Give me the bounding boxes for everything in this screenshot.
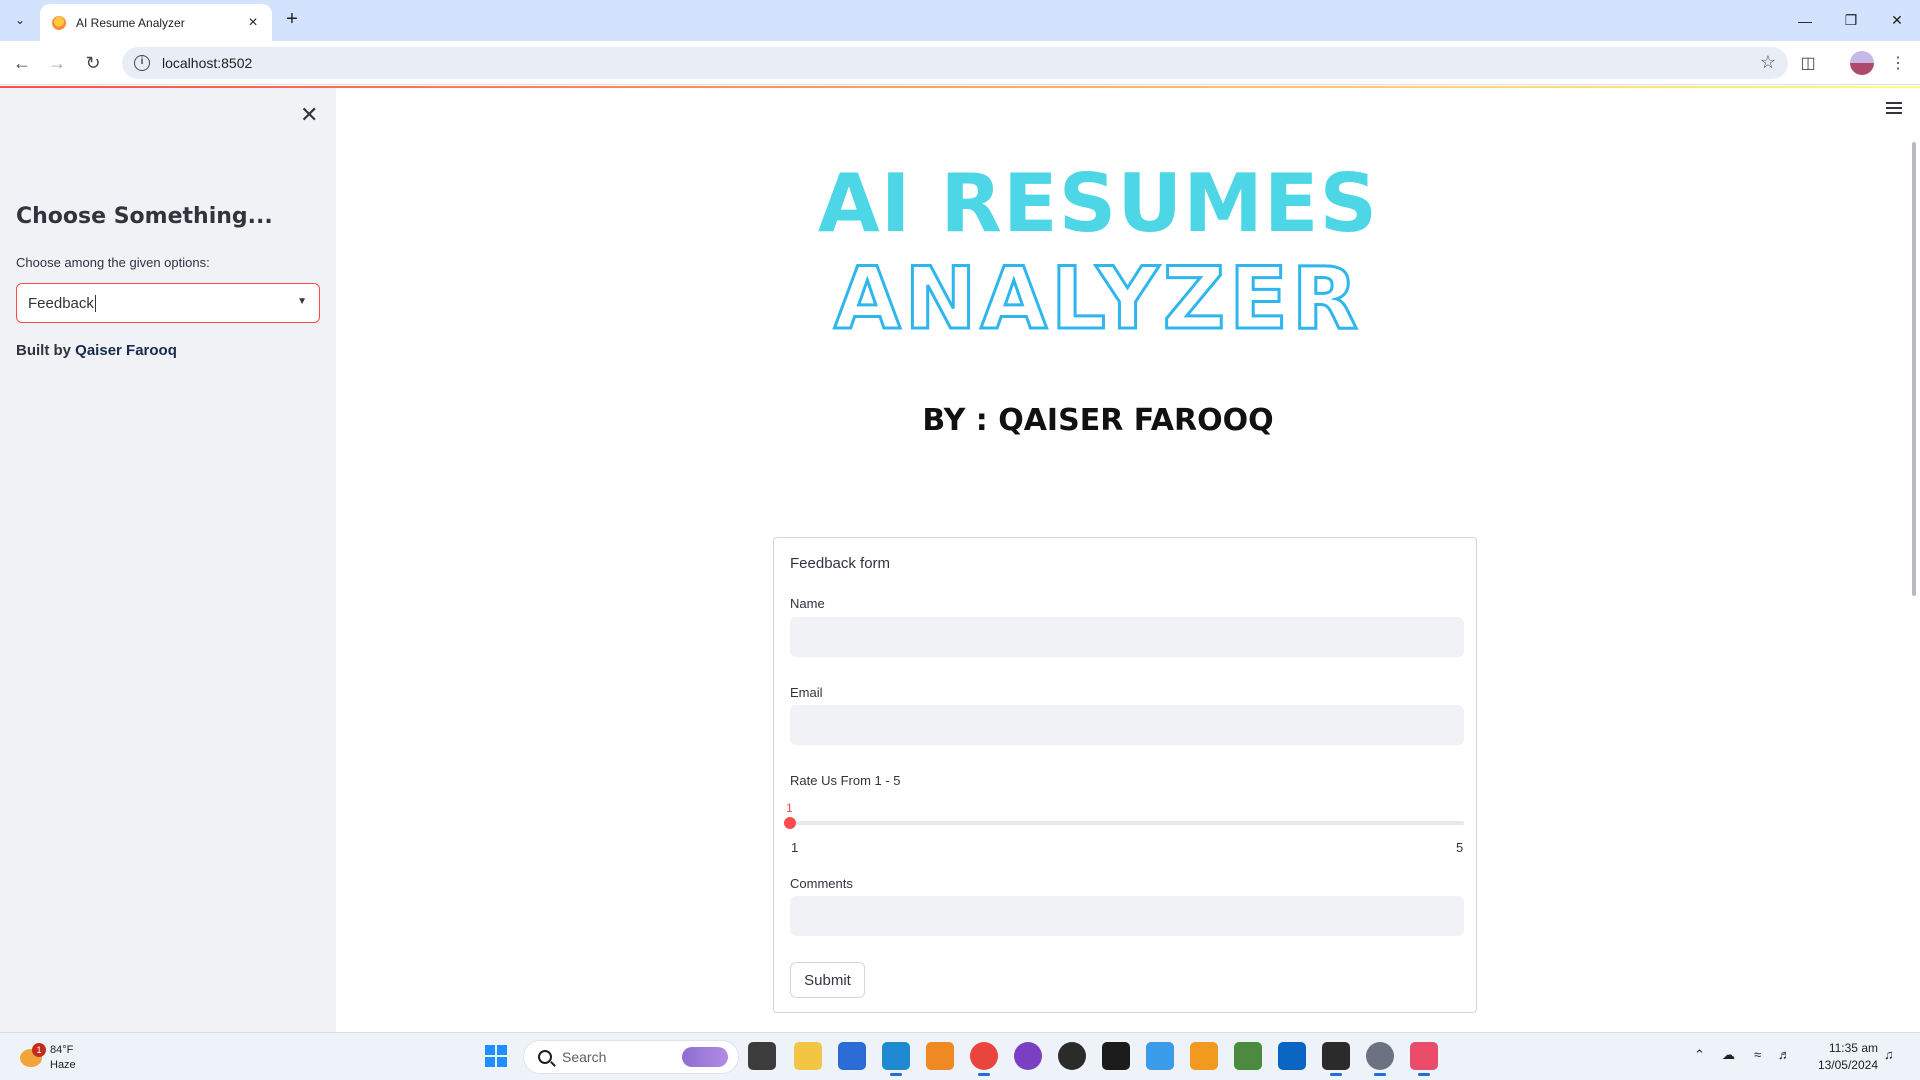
title-line-2: ANALYZER — [832, 249, 1363, 349]
obs-icon[interactable] — [1058, 1042, 1086, 1070]
tab-title: AI Resume Analyzer — [76, 15, 185, 30]
main-content: AI RESUMES ANALYZER BY : QAISER FAROOQ F… — [336, 88, 1920, 1032]
rating-current-value: 1 — [786, 801, 793, 815]
wifi-icon[interactable]: ≈ — [1754, 1047, 1761, 1062]
title-line-1: AI RESUMES — [817, 157, 1379, 250]
url-text[interactable]: localhost:8502 — [162, 55, 252, 71]
sublime-text-icon[interactable] — [1190, 1042, 1218, 1070]
weather-description: Haze — [50, 1059, 76, 1071]
search-highlight-icon — [682, 1047, 728, 1067]
notification-bell-icon[interactable]: ♫ — [1884, 1047, 1894, 1062]
onedrive-cloud-icon[interactable]: ☁ — [1722, 1047, 1735, 1063]
layers-app-icon[interactable] — [1234, 1042, 1262, 1070]
streamlit-favicon-icon — [52, 15, 66, 30]
paint-icon[interactable] — [1146, 1042, 1174, 1070]
rating-slider-thumb[interactable] — [784, 817, 796, 829]
rating-label: Rate Us From 1 - 5 — [790, 773, 901, 788]
byline: BY : QAISER FAROOQ — [922, 403, 1274, 438]
tray-overflow-chevron-icon[interactable]: ⌃ — [1694, 1047, 1705, 1063]
snipping-tool-icon[interactable] — [1410, 1042, 1438, 1076]
bookmark-star-icon[interactable]: ☆ — [1760, 52, 1776, 73]
form-title: Feedback form — [790, 555, 891, 572]
rating-slider-track[interactable] — [790, 821, 1464, 825]
vscode-icon[interactable] — [882, 1042, 910, 1076]
window-close-icon[interactable]: ✕ — [1874, 0, 1920, 41]
author-name: Qaiser Farooq — [75, 342, 177, 359]
chevron-down-icon[interactable]: ▼ — [297, 296, 307, 307]
store-icon[interactable] — [838, 1042, 866, 1070]
weather-widget[interactable]: 1 84°F Haze — [16, 1041, 106, 1075]
site-info-icon[interactable]: i — [134, 55, 150, 71]
reload-icon[interactable]: ↻ — [79, 49, 107, 77]
email-field[interactable] — [790, 705, 1464, 745]
back-arrow-icon[interactable]: ← — [8, 49, 36, 77]
rating-max-label: 5 — [1456, 840, 1464, 855]
email-label: Email — [790, 685, 823, 700]
file-explorer-icon[interactable] — [794, 1042, 822, 1070]
terminal-icon[interactable] — [1102, 1042, 1130, 1070]
name-label: Name — [790, 596, 825, 611]
submit-button[interactable]: Submit — [790, 962, 865, 998]
sidebar-heading: Choose Something... — [16, 204, 273, 229]
feedback-form: Feedback form Name Email Rate Us From 1 … — [773, 537, 1477, 1013]
taskbar-search-placeholder: Search — [562, 1049, 607, 1065]
minimize-icon[interactable]: — — [1782, 0, 1828, 41]
options-select[interactable]: Feedback ▼ — [16, 283, 320, 323]
forward-arrow-icon[interactable]: → — [43, 49, 71, 77]
hamburger-menu-icon[interactable] — [1886, 102, 1902, 114]
clock-time[interactable]: 11:35 am — [1818, 1041, 1878, 1055]
tab-search-chevron-icon[interactable]: ⌄ — [8, 8, 32, 32]
sidebar: ✕ Choose Something... Choose among the g… — [0, 88, 336, 1032]
settings-icon[interactable] — [1366, 1042, 1394, 1076]
tab-close-icon[interactable]: × — [244, 14, 262, 32]
scrollbar[interactable] — [1912, 142, 1916, 596]
taskbar-search[interactable]: Search — [523, 1040, 739, 1074]
extensions-icon[interactable]: ◫ — [1794, 49, 1822, 77]
volume-icon[interactable]: ♬ — [1778, 1047, 1791, 1062]
built-by-text: Built by Qaiser Farooq — [16, 342, 177, 359]
comments-label: Comments — [790, 876, 853, 891]
select-value: Feedback — [28, 294, 96, 312]
linkedin-icon[interactable] — [1278, 1042, 1306, 1070]
sidebar-close-icon[interactable]: ✕ — [300, 102, 318, 128]
windows-start-icon[interactable] — [485, 1045, 507, 1067]
comments-field[interactable] — [790, 896, 1464, 936]
profile-avatar[interactable] — [1848, 49, 1876, 77]
xampp-icon[interactable] — [926, 1042, 954, 1070]
rating-min-label: 1 — [791, 840, 799, 855]
name-field[interactable] — [790, 617, 1464, 657]
browser-tab[interactable]: AI Resume Analyzer × — [40, 4, 272, 41]
new-tab-icon[interactable]: + — [280, 8, 304, 32]
address-bar[interactable]: i localhost:8502 ☆ — [122, 47, 1788, 79]
browser-menu-icon[interactable]: ⋮ — [1884, 49, 1912, 77]
restore-icon[interactable]: ❐ — [1828, 0, 1874, 41]
select-label: Choose among the given options: — [16, 255, 210, 270]
built-by-prefix: Built by — [16, 342, 76, 359]
taskbar: 1 84°F Haze Search ⌃ ☁ ≈ ♬ 11:35 am 13/0… — [0, 1032, 1920, 1080]
task-view-icon[interactable] — [748, 1042, 776, 1070]
notification-badge: 1 — [32, 1043, 46, 1057]
search-icon — [538, 1050, 552, 1064]
github-desktop-icon[interactable] — [1014, 1042, 1042, 1070]
clock-date[interactable]: 13/05/2024 — [1808, 1058, 1878, 1072]
browser-toolbar: ← → ↻ i localhost:8502 ☆ ◫ ⋮ — [0, 41, 1920, 85]
command-prompt-icon[interactable] — [1322, 1042, 1350, 1076]
browser-tab-strip: ⌄ AI Resume Analyzer × + — ❐ ✕ — [0, 0, 1920, 41]
chrome-icon[interactable] — [970, 1042, 998, 1076]
weather-temperature: 84°F — [50, 1044, 74, 1056]
